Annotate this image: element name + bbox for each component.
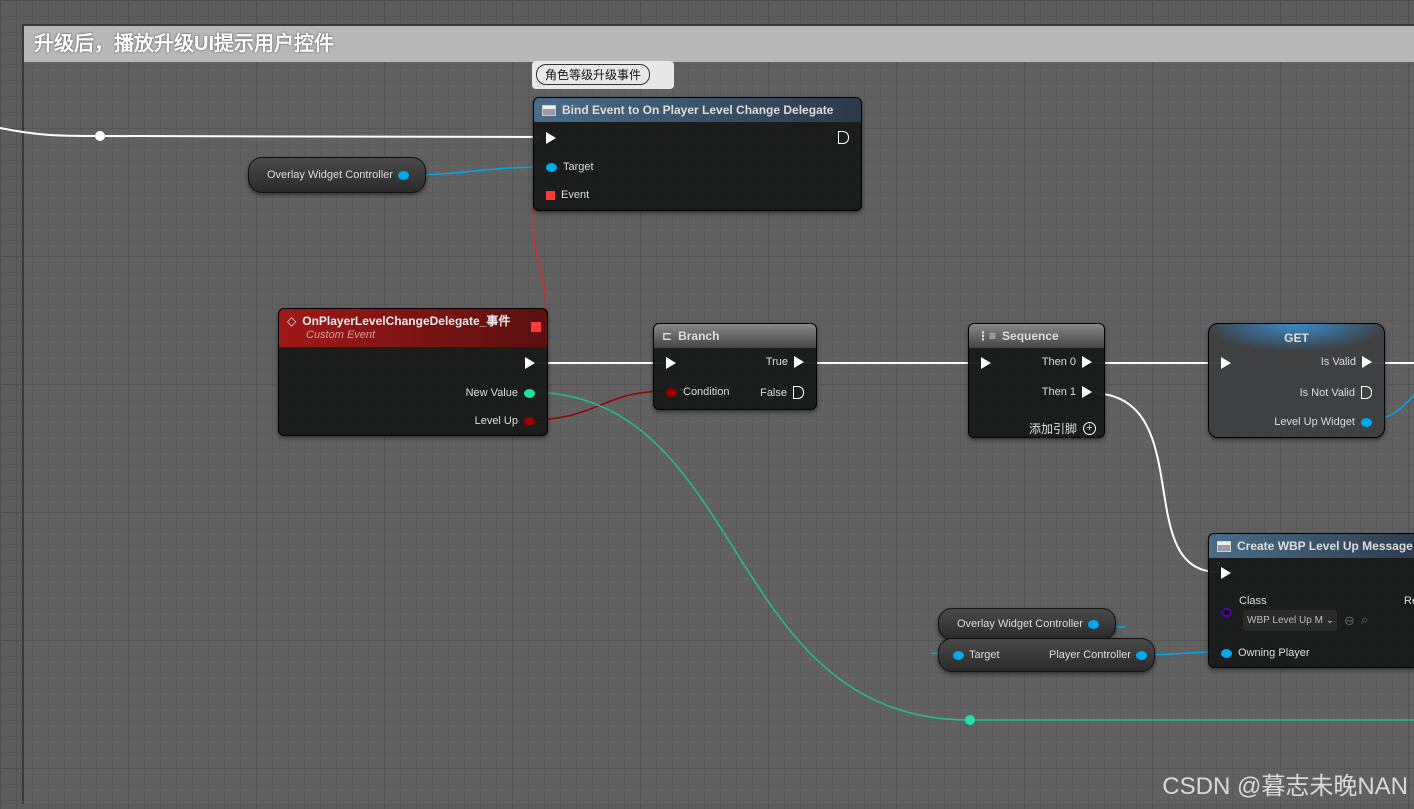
event-header: ◇ OnPlayerLevelChangeDelegate_事件 Custom E… (279, 309, 547, 347)
chevron-down-icon: ⌄ (1325, 615, 1335, 626)
create-widget-node[interactable]: Create WBP Level Up Message Class Re WBP… (1208, 533, 1414, 668)
pin-label: Target (563, 161, 594, 173)
pin-label: True (765, 356, 788, 368)
get-validated-node[interactable]: GET Is Valid Is Not Valid Level Up Widge… (1208, 323, 1385, 438)
overlay-widget-controller-var-2[interactable]: Overlay Widget Controller (938, 608, 1116, 640)
watermark: CSDN @暮志未晚NAN (1162, 773, 1408, 800)
pin-label: Condition (683, 386, 730, 398)
delegate-out-pin[interactable] (531, 322, 541, 332)
true-pin[interactable] (794, 356, 804, 368)
branch-node[interactable]: ⊏ Branch True Condition False (653, 323, 817, 410)
var-label: Overlay Widget Controller (957, 618, 1083, 630)
condition-pin[interactable] (666, 387, 677, 397)
pin-label: New Value (465, 387, 518, 399)
class-pin[interactable] (1221, 608, 1232, 617)
pin-label: Class (1239, 595, 1267, 607)
comment-bubble[interactable]: 角色等级升级事件 (532, 61, 674, 89)
use-selected-icon[interactable]: ⊖ (1344, 613, 1355, 629)
target-pin[interactable] (953, 650, 964, 660)
output-pin[interactable] (1087, 619, 1099, 629)
owning-player-pin[interactable] (1221, 648, 1232, 658)
event-pin[interactable] (546, 190, 555, 200)
pin-label: Is Valid (1320, 356, 1356, 368)
class-dropdown[interactable]: WBP Level Up M ⌄ (1243, 610, 1337, 631)
event-icon: ◇ (287, 313, 297, 328)
node-title: Sequence (1002, 329, 1059, 343)
var-label: Overlay Widget Controller (267, 169, 393, 181)
pin-label: Player Controller (1049, 649, 1131, 661)
exec-in-pin[interactable] (666, 357, 676, 369)
pin-label: Then 0 (1041, 356, 1076, 368)
pin-label: False (760, 386, 787, 399)
false-pin[interactable] (793, 386, 804, 399)
function-icon (1217, 540, 1231, 552)
pin-label: Is Not Valid (1299, 386, 1355, 399)
node-title: Bind Event to On Player Level Change Del… (562, 103, 834, 117)
exec-in-pin[interactable] (1221, 357, 1231, 369)
new-value-pin[interactable] (524, 388, 535, 398)
pin-label: Owning Player (1238, 647, 1310, 659)
exec-wire-in (0, 127, 541, 138)
node-title: Create WBP Level Up Message (1237, 539, 1413, 553)
then0-pin[interactable] (1082, 356, 1092, 368)
node-title: Branch (678, 329, 720, 343)
sequence-node[interactable]: ⋮≡ Sequence Then 0 Then 1 添加引脚 + (968, 323, 1105, 438)
target-pin[interactable] (546, 162, 557, 172)
node-title: GET (1209, 324, 1384, 350)
search-icon[interactable]: ⌕ (1361, 612, 1368, 628)
add-pin-button[interactable]: 添加引脚 + (1029, 420, 1096, 437)
pin-label: Level Up (474, 415, 518, 427)
reroute-node-int (965, 715, 975, 725)
bind-event-node[interactable]: Bind Event to On Player Level Change Del… (533, 97, 862, 211)
class-value: WBP Level Up M (1247, 615, 1323, 626)
reroute-node (95, 131, 105, 141)
node-subtitle: Custom Event (306, 329, 376, 341)
overlay-widget-controller-var[interactable]: Overlay Widget Controller (248, 157, 426, 193)
sequence-icon: ⋮≡ (977, 329, 997, 343)
player-controller-getter[interactable]: Target Player Controller (938, 638, 1155, 672)
pin-label: Target (969, 649, 1000, 661)
custom-event-node[interactable]: ◇ OnPlayerLevelChangeDelegate_事件 Custom E… (278, 308, 548, 436)
function-icon (542, 104, 556, 116)
widget-pin[interactable] (1361, 417, 1372, 427)
exec-in-pin[interactable] (981, 357, 991, 369)
pin-label: Re (1404, 595, 1414, 607)
pin-label: Then 1 (1041, 386, 1076, 398)
exec-in-pin[interactable] (1221, 567, 1231, 579)
delegate-wire (532, 193, 547, 326)
bubble-text: 角色等级升级事件 (536, 64, 651, 85)
level-up-pin[interactable] (524, 416, 535, 426)
then1-pin[interactable] (1082, 386, 1092, 398)
is-valid-pin[interactable] (1362, 356, 1372, 368)
plus-circle-icon: + (1083, 422, 1096, 435)
pin-label: 添加引脚 (1028, 422, 1077, 436)
is-not-valid-pin[interactable] (1361, 386, 1372, 399)
exec-out-pin[interactable] (525, 357, 535, 369)
branch-icon: ⊏ (662, 329, 673, 343)
exec-in-pin[interactable] (546, 132, 556, 144)
output-pin[interactable] (397, 170, 409, 180)
pin-label: Event (561, 189, 590, 201)
exec-then1-create (1089, 392, 1219, 573)
exec-out-pin[interactable] (838, 131, 849, 144)
player-controller-pin[interactable] (1135, 650, 1147, 660)
pin-label: Level Up Widget (1274, 416, 1355, 428)
node-title: OnPlayerLevelChangeDelegate_事件 (302, 314, 511, 328)
